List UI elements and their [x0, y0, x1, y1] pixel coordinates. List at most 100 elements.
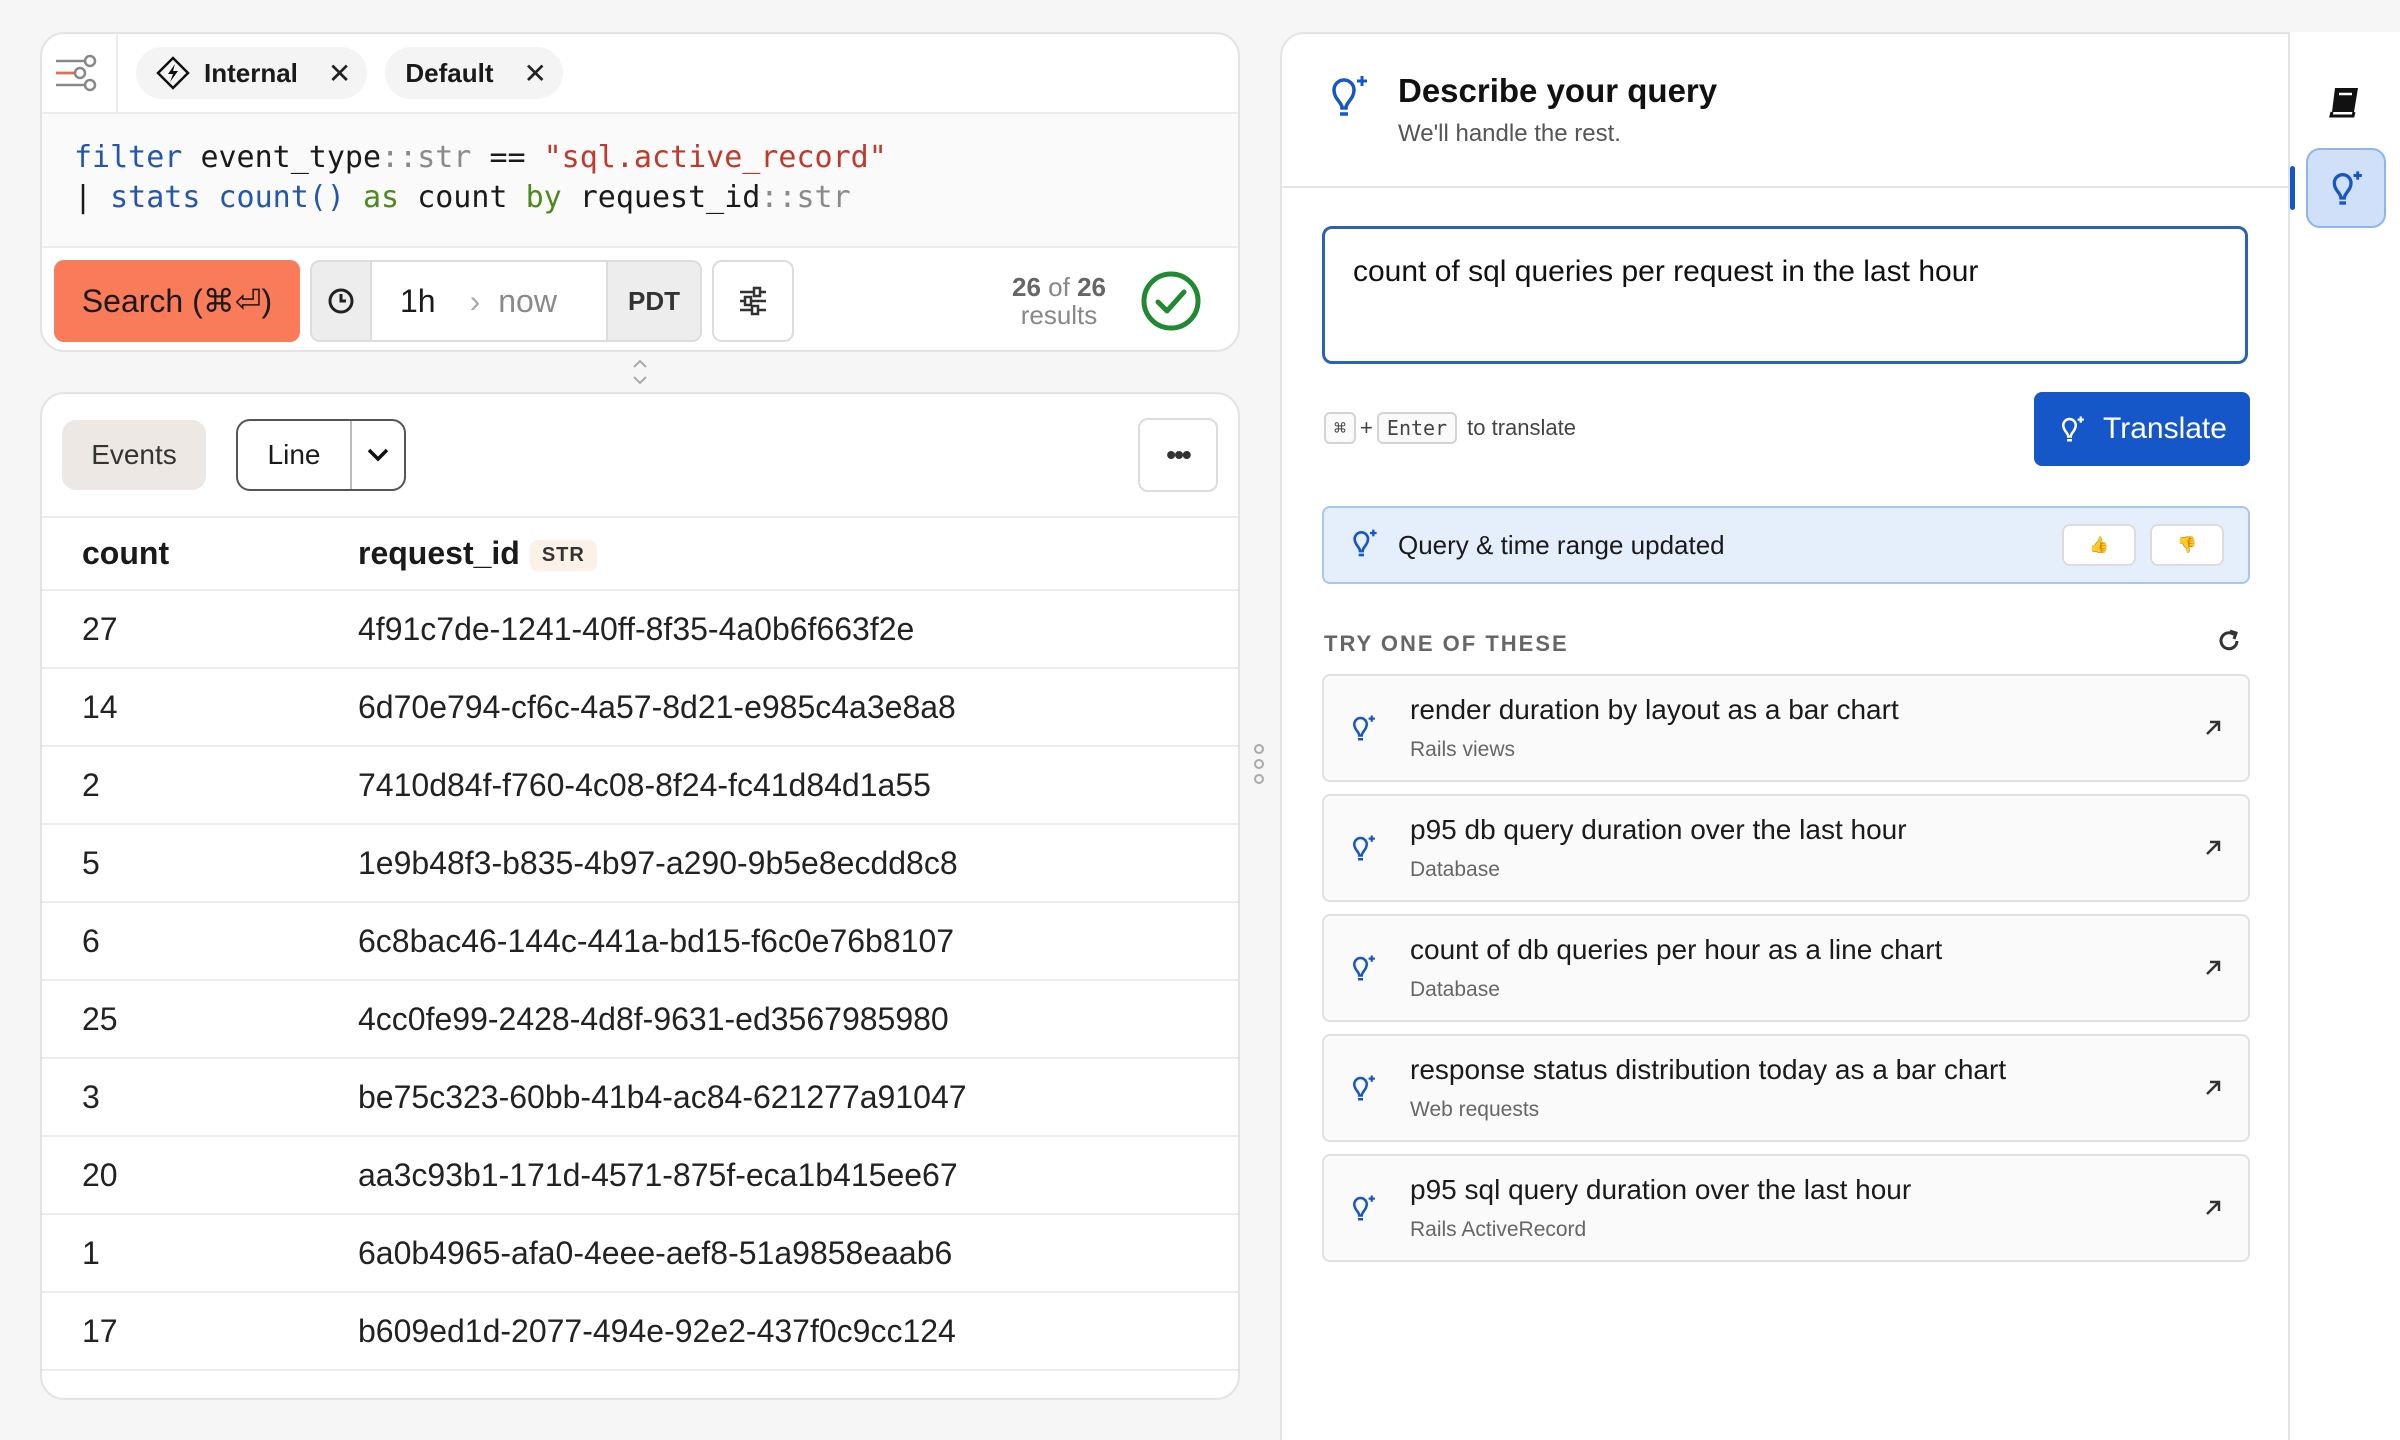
lightbulb-sparkle-icon [2057, 414, 2087, 444]
cell-request-id: 1e9b48f3-b835-4b97-a290-9b5e8ecdd8c8 [318, 824, 1238, 903]
suggestion-item[interactable]: render duration by layout as a bar chart… [1322, 674, 2250, 782]
results-toolbar: Events Line ••• [42, 394, 1238, 518]
code-type: str [796, 180, 851, 215]
cell-count: 14 [42, 668, 318, 747]
arrow-up-right-icon[interactable] [2202, 837, 2224, 859]
kbd-enter: Enter [1376, 412, 1458, 444]
visualization-select[interactable]: Line [236, 419, 406, 491]
table-row[interactable]: 25 4cc0fe99-2428-4d8f-9631-ed3567985980 [42, 980, 1238, 1059]
cell-request-id: be75c323-60bb-41b4-ac84-621277a91047 [318, 1058, 1238, 1137]
table-row[interactable]: 27 4f91c7de-1241-40ff-8f35-4a0b6f663f2e [42, 590, 1238, 669]
code-field: request_id [579, 180, 761, 215]
suggestion-category: Rails views [1410, 738, 1516, 761]
arrow-up-right-icon[interactable] [2202, 1077, 2224, 1099]
query-assistant-panel: Describe your query We'll handle the res… [1280, 32, 2290, 1440]
table-row[interactable]: 1 6a0b4965-afa0-4eee-aef8-51a9858eaab6 [42, 1214, 1238, 1293]
arrow-up-right-icon[interactable] [2202, 1197, 2224, 1219]
column-label: count [82, 535, 170, 571]
query-line-2: | stats count() as count by request_id::… [74, 178, 1206, 218]
result-total: 26 [1077, 272, 1106, 302]
status-banner: Query & time range updated 👍 👎 [1322, 506, 2250, 584]
timezone-button[interactable]: PDT [606, 262, 700, 340]
cell-count: 5 [42, 824, 318, 903]
code-keyword: filter [74, 140, 183, 175]
cell-request-id: 4cc0fe99-2428-4d8f-9631-ed3567985980 [318, 980, 1238, 1059]
column-header-count[interactable]: count [42, 518, 318, 591]
query-assistant-button[interactable] [2306, 148, 2386, 228]
table-row[interactable]: 17 b609ed1d-2077-494e-92e2-437f0c9cc124 [42, 1292, 1238, 1371]
table-row[interactable]: 3 be75c323-60bb-41b4-ac84-621277a91047 [42, 1058, 1238, 1137]
time-range[interactable]: 1h › now [372, 262, 606, 340]
dataset-chip-internal[interactable]: Internal ✕ [136, 47, 368, 99]
kbd-plus: + [1360, 415, 1373, 440]
suggestion-category: Database [1410, 858, 1500, 881]
cell-request-id: aa3c93b1-171d-4571-875f-eca1b415ee67 [318, 1136, 1238, 1215]
chevron-down-icon[interactable] [350, 421, 404, 489]
arrow-up-right-icon[interactable] [2202, 717, 2224, 739]
close-icon[interactable]: ✕ [524, 57, 547, 90]
table-row[interactable]: 5 1e9b48f3-b835-4b97-a290-9b5e8ecdd8c8 [42, 824, 1238, 903]
prompt-input[interactable]: count of sql queries per request in the … [1322, 226, 2248, 364]
thumbs-up-button[interactable]: 👍 [2062, 524, 2136, 566]
book-icon [2329, 88, 2358, 118]
cell-count: 3 [42, 1058, 318, 1137]
suggestion-item[interactable]: p95 db query duration over the last hour… [1322, 794, 2250, 902]
table-row[interactable]: 2 7410d84f-f760-4c08-8f24-fc41d84d1a55 [42, 746, 1238, 825]
cell-request-id: 7410d84f-f760-4c08-8f24-fc41d84d1a55 [318, 746, 1238, 825]
suggestion-title: response status distribution today as a … [1410, 1054, 2007, 1085]
lightbulb-sparkle-icon [1348, 1193, 1390, 1223]
clock-icon[interactable] [312, 262, 372, 340]
cell-count: 20 [42, 1136, 318, 1215]
result-label: results [1020, 300, 1098, 330]
time-range-picker[interactable]: 1h › now PDT [310, 260, 702, 342]
lightbulb-sparkle-icon [2332, 171, 2362, 205]
chip-label: Internal [204, 57, 298, 88]
close-icon[interactable]: ✕ [328, 57, 351, 90]
query-editor[interactable]: filter event_type::str == "sql.active_re… [42, 114, 1238, 248]
code-type: str [417, 140, 472, 175]
table-row[interactable]: 14 6d70e794-cf6c-4a57-8d21-e985c4a3e8a8 [42, 668, 1238, 747]
panel-split-handle[interactable] [1250, 742, 1268, 786]
translate-button[interactable]: Translate [2034, 392, 2250, 466]
kbd-command: ⌘ [1324, 412, 1357, 444]
column-header-request-id[interactable]: request_id STR [318, 518, 1238, 591]
assistant-header: Describe your query We'll handle the res… [1282, 34, 2290, 188]
query-mode-toggle[interactable] [42, 34, 118, 113]
results-table: count request_id STR 27 4f91c7de-1241-40ff… [42, 518, 1238, 1371]
cell-request-id: b609ed1d-2077-494e-92e2-437f0c9cc124 [318, 1292, 1238, 1371]
environment-chip-default[interactable]: Default ✕ [385, 47, 563, 99]
chevron-right-icon: › [469, 282, 481, 319]
table-row[interactable]: 20 aa3c93b1-171d-4571-875f-eca1b415ee67 [42, 1136, 1238, 1215]
cell-count: 2 [42, 746, 318, 825]
vertical-resize-handle[interactable] [630, 356, 650, 388]
arrow-up-right-icon[interactable] [2202, 957, 2224, 979]
refresh-icon[interactable] [2216, 628, 2242, 659]
docs-button[interactable] [2306, 62, 2386, 142]
suggestion-item[interactable]: response status distribution today as a … [1322, 1034, 2250, 1142]
lightbulb-sparkle-icon [1348, 833, 1390, 863]
table-row[interactable]: 6 6c8bac46-144c-441a-bd15-f6c0e76b8107 [42, 902, 1238, 981]
sliders-icon [740, 286, 766, 316]
query-line-1: filter event_type::str == "sql.active_re… [74, 138, 1206, 178]
assistant-title: Describe your query [1398, 72, 1718, 109]
code-keyword: by [525, 180, 562, 215]
side-rail [2288, 32, 2400, 1440]
cell-count: 1 [42, 1214, 318, 1293]
code-keyword: stats [110, 180, 201, 215]
lightbulb-sparkle-icon [1348, 527, 1380, 564]
search-button[interactable]: Search (⌘⏎) [54, 260, 300, 342]
visualization-label: Line [267, 439, 321, 470]
success-check-icon [1140, 270, 1202, 332]
query-options-button[interactable] [712, 260, 794, 342]
lightbulb-sparkle-icon [1324, 72, 1378, 186]
dataset-lightning-icon [156, 56, 190, 90]
code-operator: == [489, 140, 526, 175]
suggestion-text: p95 sql query duration over the last hou… [1410, 1174, 1911, 1242]
suggestion-item[interactable]: p95 sql query duration over the last hou… [1322, 1154, 2250, 1262]
more-options-button[interactable]: ••• [1138, 418, 1218, 492]
events-button[interactable]: Events [62, 420, 206, 490]
thumbs-down-button[interactable]: 👎 [2150, 524, 2224, 566]
code-sep: :: [760, 180, 797, 215]
query-builder-icon [56, 54, 97, 92]
suggestion-item[interactable]: count of db queries per hour as a line c… [1322, 914, 2250, 1022]
